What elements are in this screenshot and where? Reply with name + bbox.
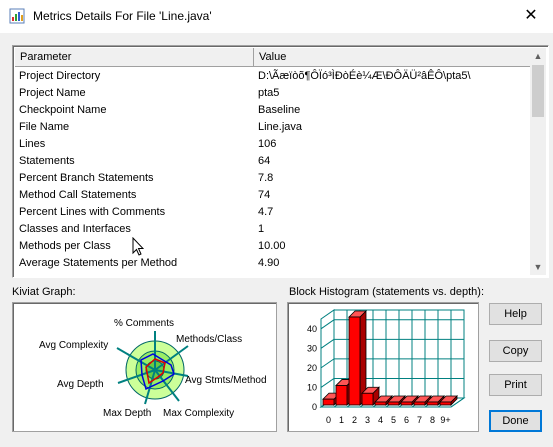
parameter-cell: File Name [19, 121, 70, 133]
mouse-cursor-icon [132, 237, 144, 256]
parameter-cell: Checkpoint Name [19, 104, 107, 116]
parameter-cell: Average Statements per Method [19, 257, 178, 269]
kiviat-graph: % Comments Methods/Class Avg Stmts/Metho… [12, 302, 277, 432]
close-button[interactable]: ✕ [517, 3, 545, 29]
value-cell: 55 [258, 272, 270, 275]
table-row[interactable]: Project Directory D:\Ãæïòõ¶ÔÏó³ÌÐòÉè¼Æ\ÐÔ… [15, 68, 530, 85]
parameter-cell: Methods per Class [19, 240, 111, 252]
table-row[interactable]: Classes and Interfaces 1 [15, 221, 530, 238]
x-tick-label: 2 [352, 415, 357, 425]
value-cell: 64 [258, 155, 271, 167]
x-tick-label: 9+ [440, 415, 450, 425]
table-row[interactable]: Statements 64 [15, 153, 530, 170]
table-row[interactable]: Average Statements per Method 4.90 [15, 255, 530, 272]
parameter-cell: Percent Branch Statements [19, 172, 154, 184]
scrollbar-thumb[interactable] [532, 65, 544, 117]
x-tick-label: 4 [378, 415, 383, 425]
value-cell: 4.90 [258, 257, 280, 269]
close-icon: ✕ [524, 7, 538, 24]
y-tick-label: 30 [307, 343, 317, 353]
y-tick-label: 40 [307, 324, 317, 334]
parameter-cell: Statements [19, 155, 75, 167]
histogram-bar [348, 310, 367, 406]
print-button[interactable]: Print [489, 374, 542, 396]
x-tick-label: 1 [339, 415, 344, 425]
table-row[interactable]: Percent Branch Statements 7.8 [15, 170, 530, 187]
table-row[interactable]: Methods per Class 10.00 [15, 238, 530, 255]
parameter-cell: Method Call Statements [19, 189, 137, 201]
kiviat-axis-label: Methods/Class [176, 334, 242, 345]
table-row[interactable]: File Name Line.java [15, 119, 530, 136]
kiviat-axis-label: Avg Complexity [39, 340, 108, 351]
scroll-up-button[interactable]: ▲ [530, 48, 546, 64]
metrics-table[interactable]: Parameter Value Project Directory D:\Ãæïò… [12, 45, 549, 278]
app-icon [9, 8, 25, 24]
chevron-up-icon: ▲ [533, 51, 543, 61]
window-title: Metrics Details For File 'Line.java' [33, 9, 212, 23]
chevron-down-icon: ▼ [533, 262, 543, 272]
parameter-cell: Line Number of Most Complex Method [19, 272, 207, 275]
kiviat-label: Kiviat Graph: [12, 286, 76, 298]
histogram-label: Block Histogram (statements vs. depth): [289, 286, 485, 298]
table-row[interactable]: Project Name pta5 [15, 85, 530, 102]
value-cell: 1 [258, 223, 265, 235]
parameter-cell: Project Directory [19, 70, 101, 82]
x-tick-label: 0 [326, 415, 331, 425]
table-row[interactable]: Method Call Statements 74 [15, 187, 530, 204]
table-row[interactable]: Percent Lines with Comments 4.7 [15, 204, 530, 221]
histogram-chart: 4030201000 1 2 3 4 5 6 7 8 9+ [307, 309, 466, 425]
done-button[interactable]: Done [489, 410, 542, 432]
table-row[interactable]: Checkpoint Name Baseline [15, 102, 530, 119]
x-tick-label: 7 [417, 415, 422, 425]
column-header-value[interactable]: Value [254, 48, 530, 66]
parameter-cell: Percent Lines with Comments [19, 206, 166, 218]
vertical-scrollbar[interactable]: ▲ ▼ [530, 48, 546, 275]
value-cell: 10.00 [258, 240, 286, 252]
value-cell: 7.8 [258, 172, 274, 184]
kiviat-axis-label: Avg Stmts/Method [185, 375, 267, 386]
x-tick-label: 8 [430, 415, 435, 425]
value-cell: D:\Ãæïòõ¶ÔÏó³ÌÐòÉè¼Æ\ÐÔÄÜ²âÊÔ\pta5\ [258, 70, 471, 82]
y-tick-label: 0 [312, 402, 317, 412]
table-header: Parameter Value [15, 48, 530, 67]
value-cell: Line.java [258, 121, 303, 133]
parameter-cell: Classes and Interfaces [19, 223, 131, 235]
table-body: Project Directory D:\Ãæïòõ¶ÔÏó³ÌÐòÉè¼Æ\ÐÔ… [15, 68, 530, 275]
x-tick-label: 6 [404, 415, 409, 425]
x-tick-label: 5 [391, 415, 396, 425]
scroll-down-button[interactable]: ▼ [530, 259, 546, 275]
kiviat-axis-label: Max Complexity [163, 408, 234, 419]
value-cell: pta5 [258, 87, 280, 99]
copy-button[interactable]: Copy [489, 340, 542, 362]
table-row[interactable]: Line Number of Most Complex Method 55 [15, 272, 530, 275]
table-row[interactable]: Lines 106 [15, 136, 530, 153]
help-button[interactable]: Help [489, 303, 542, 325]
value-cell: 106 [258, 138, 277, 150]
value-cell: 4.7 [258, 206, 274, 218]
value-cell: 74 [258, 189, 271, 201]
kiviat-axis-label: Avg Depth [57, 379, 104, 390]
kiviat-axis-label: % Comments [114, 318, 174, 329]
kiviat-chart: % Comments Methods/Class Avg Stmts/Metho… [39, 318, 267, 419]
block-histogram: 40 30 20 10 0 0 1 2 3 4 5 6 7 8 9+ [287, 302, 479, 432]
column-header-parameter[interactable]: Parameter [15, 48, 254, 66]
kiviat-axis-label: Max Depth [103, 408, 151, 419]
x-tick-label: 3 [365, 415, 370, 425]
title-bar: Metrics Details For File 'Line.java' ✕ [0, 0, 553, 33]
y-tick-label: 20 [307, 363, 317, 373]
y-tick-label: 10 [307, 382, 317, 392]
value-cell: Baseline [258, 104, 301, 116]
parameter-cell: Lines [19, 138, 46, 150]
parameter-cell: Project Name [19, 87, 86, 99]
